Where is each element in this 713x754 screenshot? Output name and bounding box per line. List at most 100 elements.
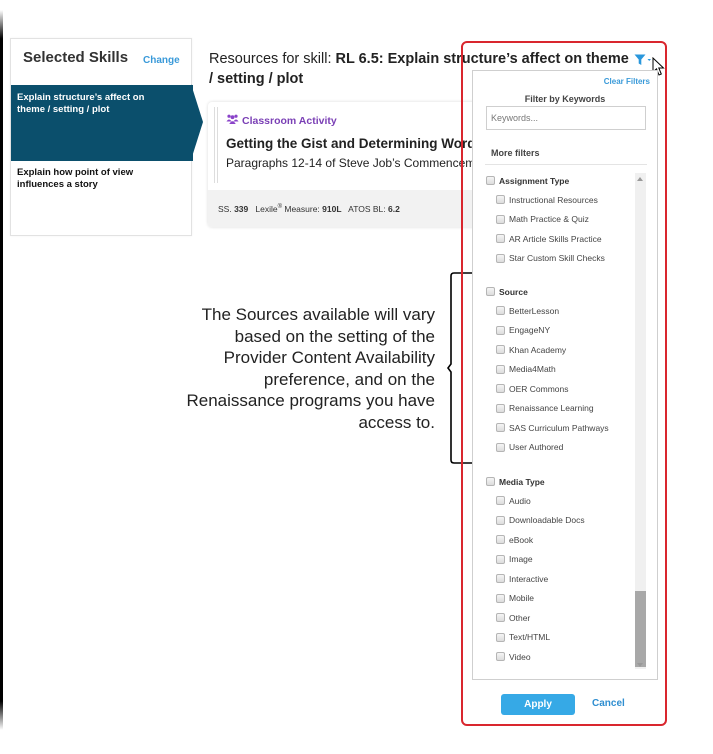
checkbox[interactable] <box>496 195 505 205</box>
filter-icon <box>634 54 651 65</box>
filter-option[interactable]: Math Practice & Quiz <box>486 210 605 230</box>
filter-option[interactable]: Image <box>486 550 585 570</box>
resource-title[interactable]: Getting the Gist and Determining Word <box>226 136 476 151</box>
filter-option-label: OER Commons <box>509 383 569 394</box>
filter-option-label: Video <box>509 651 531 662</box>
cancel-button[interactable]: Cancel <box>592 698 625 709</box>
checkbox[interactable] <box>496 325 505 335</box>
lexile-label: Lexile <box>255 204 278 214</box>
filter-group-media-type: Media Type Audio Downloadable Docs eBook… <box>486 472 585 667</box>
filter-option-label: Star Custom Skill Checks <box>509 253 605 264</box>
atos-value: 6.2 <box>388 204 400 214</box>
filter-option[interactable]: Instructional Resources <box>486 190 605 210</box>
checkbox[interactable] <box>496 535 505 545</box>
checkbox[interactable] <box>496 442 505 452</box>
filter-option[interactable]: User Authored <box>486 438 609 458</box>
checkbox[interactable] <box>496 496 505 506</box>
checkbox[interactable] <box>496 364 505 374</box>
card-rule <box>214 107 218 183</box>
checkbox[interactable] <box>496 574 505 584</box>
checkbox[interactable] <box>486 176 495 185</box>
more-filters-divider <box>485 164 647 165</box>
resource-subtitle: Paragraphs 12-14 of Steve Job’s Commence… <box>226 156 492 170</box>
filter-option[interactable]: Mobile <box>486 589 585 609</box>
apply-button[interactable]: Apply <box>501 694 575 715</box>
selected-skills-title: Selected Skills <box>23 49 129 66</box>
checkbox[interactable] <box>496 554 505 564</box>
filter-option[interactable]: Video <box>486 647 585 667</box>
filter-option[interactable]: eBook <box>486 530 585 550</box>
checkbox[interactable] <box>496 652 505 662</box>
filter-group-label: Source <box>499 286 528 297</box>
scroll-up-arrow-icon[interactable] <box>637 177 643 181</box>
filter-group-label: Media Type <box>499 476 545 487</box>
filter-option-label: Interactive <box>509 573 549 584</box>
checkbox[interactable] <box>496 234 505 244</box>
filter-dropdown: Clear Filters Filter by Keywords More fi… <box>472 70 658 680</box>
checkbox[interactable] <box>496 384 505 394</box>
filter-option-label: Text/HTML <box>509 632 551 643</box>
scroll-down-arrow-icon[interactable] <box>637 663 643 667</box>
checkbox[interactable] <box>496 214 505 224</box>
filter-option[interactable]: Khan Academy <box>486 340 609 360</box>
filter-option-label: AR Article Skills Practice <box>509 233 602 244</box>
filter-option[interactable]: Text/HTML <box>486 628 585 648</box>
filter-options-list: Assignment Type Instructional Resources … <box>473 171 657 679</box>
filter-group-checkbox[interactable]: Source <box>486 282 609 301</box>
filter-option-label: Audio <box>509 495 531 506</box>
filter-toggle[interactable] <box>634 53 652 71</box>
filter-option[interactable]: AR Article Skills Practice <box>486 229 605 249</box>
filter-option-label: Other <box>509 612 531 623</box>
clear-filters-link[interactable]: Clear Filters <box>604 77 650 86</box>
filter-option-label: Renaissance Learning <box>509 403 594 414</box>
filter-option[interactable]: Star Custom Skill Checks <box>486 249 605 269</box>
checkbox[interactable] <box>496 632 505 642</box>
checkbox[interactable] <box>496 515 505 525</box>
filter-option-label: Media4Math <box>509 364 556 375</box>
resource-metadata: SS. 339 Lexile® Measure: 910L ATOS BL: 6… <box>208 190 498 227</box>
filter-option[interactable]: Downloadable Docs <box>486 511 585 531</box>
filter-option-label: Instructional Resources <box>509 194 598 205</box>
filter-option[interactable]: OER Commons <box>486 379 609 399</box>
filter-option[interactable]: Media4Math <box>486 360 609 380</box>
filter-option[interactable]: SAS Curriculum Pathways <box>486 418 609 438</box>
skill-item-active[interactable]: Explain structure’s affect on theme / se… <box>11 85 193 161</box>
filter-option-label: Image <box>509 554 533 565</box>
keywords-input[interactable] <box>486 106 646 130</box>
measure-label: Measure: <box>282 204 320 214</box>
scrollbar-thumb[interactable] <box>635 591 646 667</box>
filter-option-label: User Authored <box>509 442 564 453</box>
resource-card[interactable]: Classroom Activity Getting the Gist and … <box>208 102 498 227</box>
filter-group-source: Source BetterLesson EngageNY Khan Academ… <box>486 282 609 457</box>
filter-option[interactable]: Interactive <box>486 569 585 589</box>
filter-list-scrollbar[interactable] <box>635 173 646 669</box>
filter-group-label: Assignment Type <box>499 175 570 186</box>
selected-skills-panel: Selected Skills Change Explain structure… <box>10 38 193 236</box>
filter-option[interactable]: BetterLesson <box>486 301 609 321</box>
change-skills-link[interactable]: Change <box>143 55 180 66</box>
filter-group-checkbox[interactable]: Assignment Type <box>486 171 605 190</box>
checkbox[interactable] <box>496 253 505 263</box>
checkbox[interactable] <box>496 306 505 316</box>
checkbox[interactable] <box>496 403 505 413</box>
checkbox[interactable] <box>496 423 505 433</box>
checkbox[interactable] <box>496 345 505 355</box>
checkbox[interactable] <box>496 593 505 603</box>
filter-option[interactable]: Other <box>486 608 585 628</box>
filter-option[interactable]: EngageNY <box>486 321 609 341</box>
checkbox[interactable] <box>496 613 505 623</box>
skill-item[interactable]: Explain how point of view influences a s… <box>11 167 193 191</box>
checkbox[interactable] <box>486 477 495 486</box>
filter-option[interactable]: Audio <box>486 491 585 511</box>
active-skill-pointer <box>191 84 203 160</box>
checkbox[interactable] <box>486 287 495 296</box>
more-filters-label: More filters <box>491 148 540 158</box>
filter-option-label: eBook <box>509 534 534 545</box>
filter-option-label: Math Practice & Quiz <box>509 214 589 225</box>
filter-option-label: EngageNY <box>509 325 551 336</box>
window-edge <box>0 10 3 730</box>
filter-group-checkbox[interactable]: Media Type <box>486 472 585 491</box>
filter-option[interactable]: Renaissance Learning <box>486 399 609 419</box>
filter-group-assignment-type: Assignment Type Instructional Resources … <box>486 171 605 268</box>
filter-option-label: BetterLesson <box>509 305 560 316</box>
